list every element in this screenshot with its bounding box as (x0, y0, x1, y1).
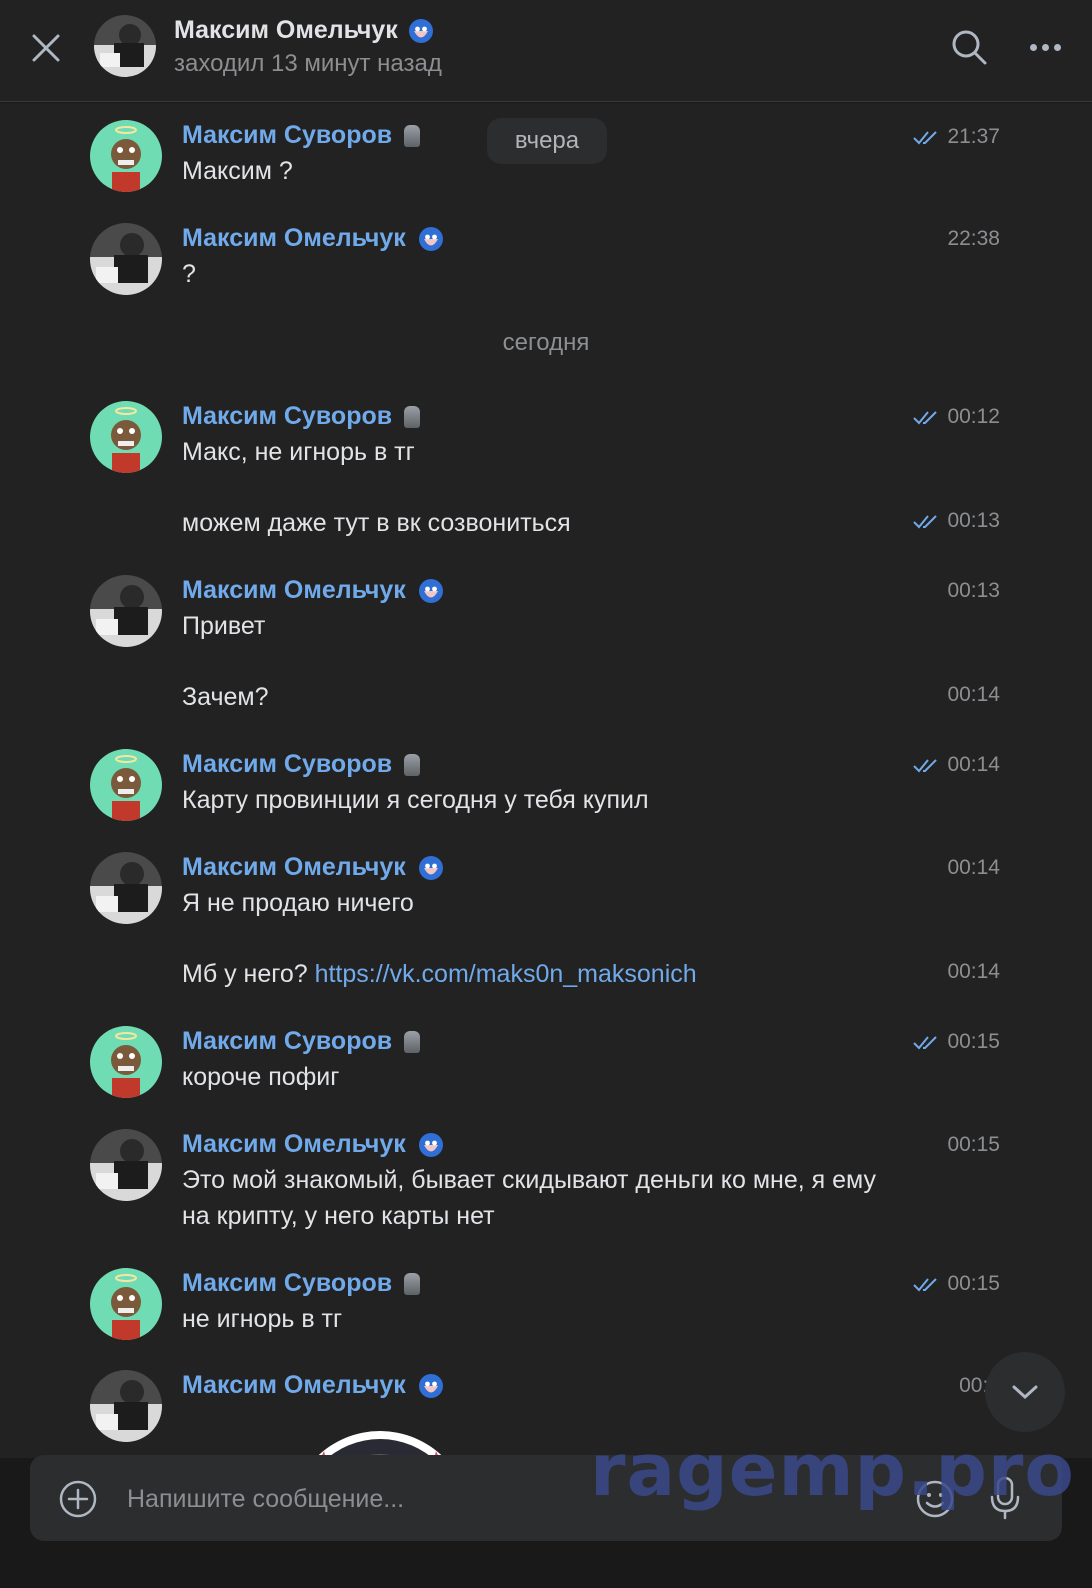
date-pill: вчера (487, 118, 607, 164)
author-name[interactable]: Максим Омельчук (182, 853, 444, 882)
check-icon (913, 515, 938, 529)
avatar-omelchuk[interactable] (90, 852, 162, 924)
avatar-suvorov[interactable] (90, 1268, 162, 1340)
mask-badge-icon (418, 226, 443, 251)
header-status: заходил 13 минут назад (174, 50, 442, 77)
author-name[interactable]: Максим Омельчук (182, 1371, 444, 1400)
check-icon (913, 131, 938, 145)
search-button[interactable] (950, 28, 988, 66)
message-text: Карту провинции я сегодня у тебя купил (182, 786, 649, 814)
avatar-suvorov[interactable] (90, 120, 162, 192)
date-separator: сегодня (502, 329, 590, 356)
message-text: Это мой знакомый, бывает скидывают деньг… (182, 1166, 876, 1230)
emoji-button[interactable] (915, 1479, 955, 1519)
message-text: Я не продаю ничего (182, 889, 414, 917)
message-text: короче пофиг (182, 1063, 340, 1091)
author-name[interactable]: Максим Суворов (182, 402, 421, 431)
moai-badge-icon (404, 405, 421, 428)
mask-badge-icon (418, 855, 443, 880)
message-time[interactable]: 00:14 (947, 960, 1000, 984)
message-input[interactable] (125, 1475, 649, 1523)
message-text: не игнорь в тг (182, 1305, 343, 1333)
close-button[interactable] (28, 30, 64, 66)
avatar-suvorov[interactable] (90, 749, 162, 821)
author-name[interactable]: Максим Суворов (182, 1027, 421, 1056)
search-icon (952, 30, 987, 65)
mic-icon (990, 1476, 1020, 1520)
message-text: Привет (182, 612, 266, 640)
check-icon (913, 411, 938, 425)
header-name: Максим Омельчук (174, 16, 398, 44)
sticker-image[interactable] (280, 1401, 480, 1458)
scroll-down-button[interactable] (985, 1352, 1065, 1432)
mask-badge-icon (418, 578, 443, 603)
header-avatar[interactable] (94, 15, 156, 77)
mask-badge-icon (408, 18, 433, 43)
more-icon (1030, 43, 1037, 51)
mask-badge-icon (418, 1373, 443, 1398)
avatar-omelchuk[interactable] (90, 223, 162, 295)
more-button[interactable] (1030, 34, 1070, 60)
author-name[interactable]: Максим Омельчук (182, 224, 444, 253)
moai-badge-icon (404, 1030, 421, 1053)
message-text: Макс, не игнорь в тг (182, 438, 415, 466)
message-time[interactable]: 00:15 (913, 1272, 1000, 1296)
attach-button[interactable] (58, 1479, 98, 1519)
plus-icon (59, 1480, 97, 1518)
message-text: можем даже тут в вк созвониться (182, 509, 571, 537)
moai-badge-icon (404, 1272, 421, 1295)
avatar-suvorov[interactable] (90, 1026, 162, 1098)
message-time[interactable]: 21:37 (913, 125, 1000, 149)
author-name[interactable]: Максим Омельчук (182, 1130, 444, 1159)
avatar-suvorov[interactable] (90, 401, 162, 473)
smile-icon (916, 1480, 954, 1518)
message-time[interactable]: 00:14 (913, 753, 1000, 777)
moai-badge-icon (404, 124, 421, 147)
check-icon (913, 759, 938, 773)
moai-badge-icon (404, 753, 421, 776)
close-icon (32, 34, 60, 62)
profile-link[interactable]: https://vk.com/maks0n_maksonich (315, 960, 697, 988)
message-text: Зачем? (182, 683, 269, 711)
check-icon (913, 1036, 938, 1050)
message-time[interactable]: 00:15 (947, 1133, 1000, 1157)
author-name[interactable]: Максим Суворов (182, 1269, 421, 1298)
chat-header: Максим Омельчук заходил 13 минут назад (0, 0, 1092, 102)
message-text: ? (182, 260, 196, 288)
message-text: Максим ? (182, 157, 293, 185)
message-time[interactable]: 00:12 (913, 405, 1000, 429)
message-time[interactable]: 00:13 (947, 579, 1000, 603)
voice-button[interactable] (988, 1475, 1022, 1521)
message-time[interactable]: 00:14 (947, 683, 1000, 707)
message-time[interactable]: 00:14 (947, 856, 1000, 880)
chevron-down-icon (1012, 1385, 1038, 1400)
message-time[interactable]: 00:15 (913, 1030, 1000, 1054)
header-title[interactable]: Максим Омельчук (174, 16, 434, 45)
avatar-omelchuk[interactable] (90, 575, 162, 647)
message-time[interactable]: 00:13 (913, 509, 1000, 533)
check-icon (913, 1278, 938, 1292)
avatar-omelchuk[interactable] (90, 1370, 162, 1442)
message-time[interactable]: 22:38 (947, 227, 1000, 251)
mask-badge-icon (418, 1132, 443, 1157)
message-text: Мб у него? https://vk.com/maks0n_maksoni… (182, 960, 697, 988)
author-name[interactable]: Максим Омельчук (182, 576, 444, 605)
avatar-omelchuk[interactable] (90, 1129, 162, 1201)
author-name[interactable]: Максим Суворов (182, 121, 421, 150)
message-feed[interactable]: Максим Суворов Максим ? 21:37 вчера Макс… (0, 103, 1092, 1458)
message-composer (30, 1455, 1062, 1541)
author-name[interactable]: Максим Суворов (182, 750, 421, 779)
